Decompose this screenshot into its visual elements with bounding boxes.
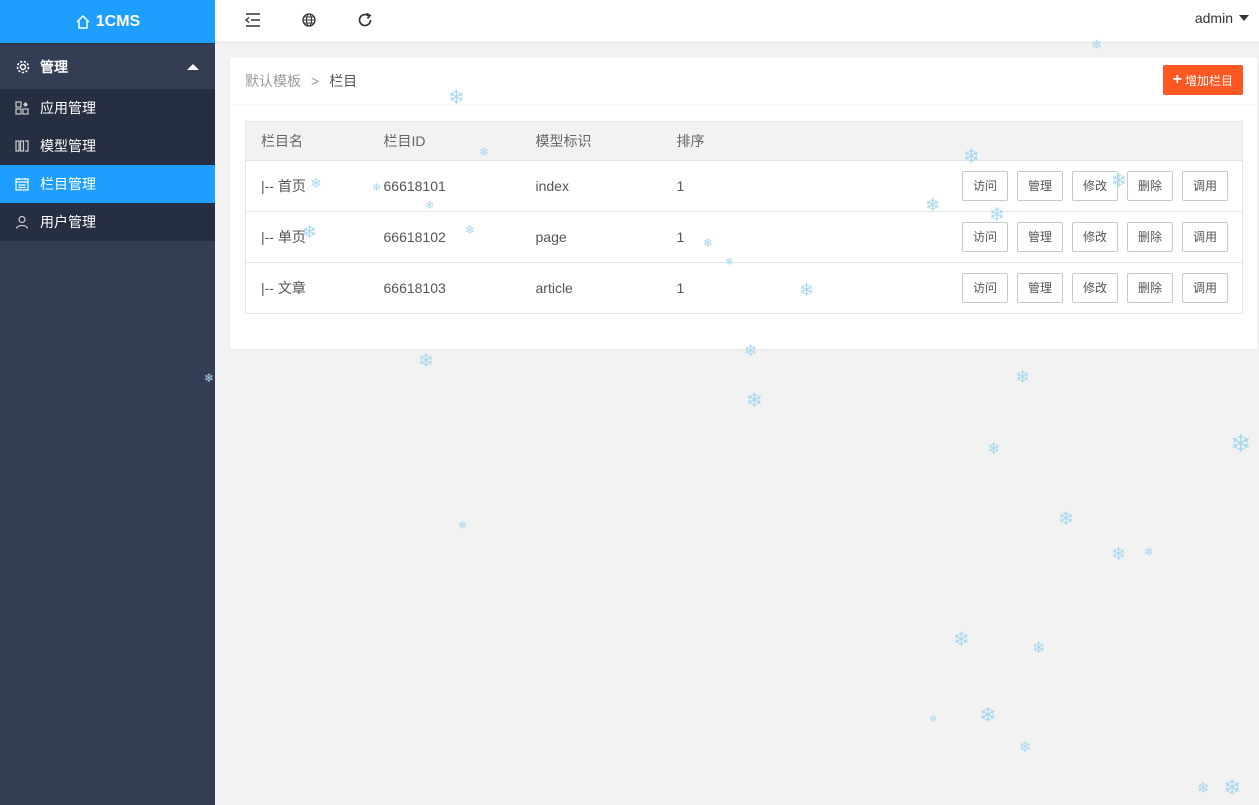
cell-id: 66618101 — [368, 160, 521, 212]
sidebar-item-label: 应用管理 — [40, 100, 96, 116]
manage-button[interactable]: 管理 — [1017, 273, 1063, 303]
snowflake-icon: ❄ — [1144, 545, 1155, 559]
snowflake-icon: ❄ — [1223, 775, 1242, 800]
snowflake-icon: ❄ — [1019, 739, 1032, 756]
user-menu[interactable]: admin — [1195, 0, 1249, 36]
apps-icon — [15, 101, 29, 115]
sidebar-item-apps[interactable]: 应用管理 — [0, 89, 215, 127]
cell-actions: 访问 管理 修改 删除 调用 — [811, 160, 1243, 212]
manage-button[interactable]: 管理 — [1017, 171, 1063, 201]
add-column-button[interactable]: + 增加栏目 — [1162, 65, 1243, 95]
caret-up-icon — [187, 64, 199, 70]
columns-table: 栏目名 栏目ID 模型标识 排序 |-- 首页 66618101 index 1… — [245, 121, 1243, 314]
table-row: |-- 单页 66618102 page 1 访问 管理 修改 删除 调用 — [245, 211, 1243, 263]
delete-button[interactable]: 删除 — [1127, 171, 1173, 201]
snowflake-icon: ❄ — [953, 629, 970, 651]
snowflake-icon: ❄ — [1058, 509, 1074, 530]
edit-button[interactable]: 修改 — [1072, 222, 1118, 252]
add-column-label: 增加栏目 — [1184, 73, 1233, 88]
sidebar-item-label: 栏目管理 — [40, 176, 96, 192]
snowflake-icon: ❄ — [979, 704, 997, 727]
snowflake-icon: ❄ — [929, 714, 938, 725]
table-row: |-- 首页 66618101 index 1 访问 管理 修改 删除 调用 — [245, 160, 1243, 212]
cell-model: page — [520, 211, 662, 263]
cell-actions: 访问 管理 修改 删除 调用 — [811, 211, 1243, 263]
manage-button[interactable]: 管理 — [1017, 222, 1063, 252]
cell-name: |-- 首页 — [245, 160, 369, 212]
call-button[interactable]: 调用 — [1182, 222, 1228, 252]
edit-button[interactable]: 修改 — [1072, 273, 1118, 303]
table-header-row: 栏目名 栏目ID 模型标识 排序 — [245, 121, 1243, 161]
menu-collapse-icon[interactable] — [244, 11, 262, 29]
logo[interactable]: 1CMS — [0, 0, 215, 43]
nav-group-manage[interactable]: 管理 — [0, 43, 215, 89]
calendar-icon — [15, 178, 29, 191]
visit-button[interactable]: 访问 — [962, 273, 1008, 303]
call-button[interactable]: 调用 — [1182, 171, 1228, 201]
snowflake-icon: ❄ — [418, 351, 434, 372]
header-cell: 栏目ID — [368, 121, 521, 161]
sidebar-item-label: 用户管理 — [40, 214, 96, 230]
sidebar-item-label: 模型管理 — [40, 138, 96, 154]
snowflake-icon: ❄ — [746, 390, 763, 412]
visit-button[interactable]: 访问 — [962, 222, 1008, 252]
edit-button[interactable]: 修改 — [1072, 171, 1118, 201]
snowflake-icon: ❄ — [1015, 367, 1031, 387]
sidebar: 1CMS 管理 应用管理 模型管理 栏目管理 用户管理 — [0, 0, 215, 805]
snowflake-icon: ❄ — [458, 520, 468, 532]
cell-model: index — [520, 160, 662, 212]
cell-name: |-- 文章 — [245, 262, 369, 314]
home-icon — [76, 14, 90, 29]
user-name: admin — [1194, 10, 1233, 26]
snowflake-icon: ❄ — [1197, 780, 1210, 797]
snowflake-icon: ❄ — [1032, 640, 1046, 657]
snowflake-icon: ❄ — [1230, 430, 1251, 458]
cell-id: 66618102 — [368, 211, 521, 263]
globe-icon[interactable] — [300, 11, 318, 29]
model-icon — [15, 140, 29, 152]
cell-order: 1 — [661, 211, 812, 263]
logo-text: 1CMS — [95, 12, 141, 30]
sidebar-item-users[interactable]: 用户管理 — [0, 203, 215, 241]
cell-id: 66618103 — [368, 262, 521, 314]
cell-order: 1 — [661, 160, 812, 212]
top-header: admin — [215, 0, 1259, 43]
nav-group-label: 管理 — [40, 58, 68, 75]
gear-icon — [16, 60, 30, 73]
user-icon — [15, 215, 29, 229]
snowflake-icon: ❄ — [1111, 544, 1127, 564]
delete-button[interactable]: 删除 — [1127, 273, 1173, 303]
breadcrumb-root[interactable]: 默认模板 — [245, 73, 301, 89]
content-card: 默认模板 > 栏目 + 增加栏目 栏目名 栏目ID 模型标识 排序 |-- 首页 66… — [230, 58, 1257, 349]
cell-actions: 访问 管理 修改 删除 调用 — [811, 262, 1243, 314]
breadcrumb: 默认模板 > 栏目 — [245, 71, 357, 91]
card-header: 默认模板 > 栏目 + 增加栏目 — [230, 58, 1257, 105]
visit-button[interactable]: 访问 — [962, 171, 1008, 201]
breadcrumb-current: 栏目 — [329, 73, 358, 89]
breadcrumb-separator: > — [311, 73, 320, 89]
call-button[interactable]: 调用 — [1182, 273, 1228, 303]
header-cell: 排序 — [661, 121, 812, 161]
nav-submenu: 应用管理 模型管理 栏目管理 — [0, 89, 215, 203]
cell-order: 1 — [661, 262, 812, 314]
plus-icon: + — [1172, 71, 1182, 88]
header-cell: 模型标识 — [520, 121, 662, 161]
cell-model: article — [520, 262, 662, 314]
caret-down-icon — [1239, 15, 1249, 21]
snowflake-icon: ❄ — [987, 441, 1001, 458]
sidebar-item-columns[interactable]: 栏目管理 — [0, 165, 215, 203]
delete-button[interactable]: 删除 — [1127, 222, 1173, 252]
header-cell-actions — [811, 121, 1243, 161]
table-row: |-- 文章 66618103 article 1 访问 管理 修改 删除 调用 — [245, 262, 1243, 314]
refresh-icon[interactable] — [356, 11, 374, 29]
sidebar-item-models[interactable]: 模型管理 — [0, 127, 215, 165]
header-cell: 栏目名 — [245, 121, 369, 161]
cell-name: |-- 单页 — [245, 211, 369, 263]
